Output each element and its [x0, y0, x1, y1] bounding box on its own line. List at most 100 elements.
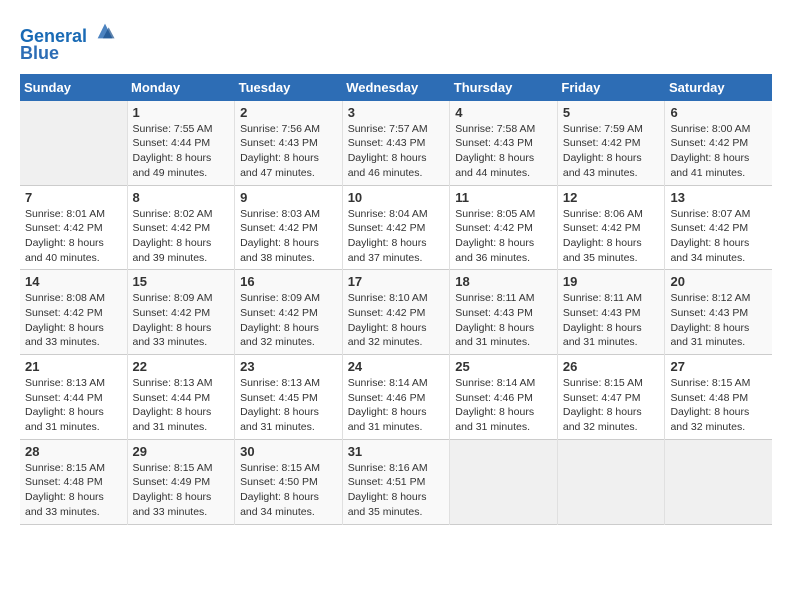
day-number: 13 — [670, 190, 767, 205]
day-info: Sunrise: 8:15 AMSunset: 4:47 PMDaylight:… — [563, 376, 660, 435]
calendar-week-row: 1 Sunrise: 7:55 AMSunset: 4:44 PMDaylight… — [20, 101, 772, 185]
calendar-week-row: 14 Sunrise: 8:08 AMSunset: 4:42 PMDayligh… — [20, 270, 772, 355]
calendar-cell: 1 Sunrise: 7:55 AMSunset: 4:44 PMDaylight… — [127, 101, 235, 185]
day-info: Sunrise: 8:13 AMSunset: 4:44 PMDaylight:… — [133, 376, 230, 435]
day-info: Sunrise: 8:10 AMSunset: 4:42 PMDaylight:… — [348, 291, 445, 350]
calendar-header-row: SundayMondayTuesdayWednesdayThursdayFrid… — [20, 74, 772, 101]
day-number: 9 — [240, 190, 337, 205]
calendar-cell — [450, 439, 558, 524]
day-number: 31 — [348, 444, 445, 459]
weekday-header: Wednesday — [342, 74, 450, 101]
calendar-cell: 13 Sunrise: 8:07 AMSunset: 4:42 PMDayligh… — [665, 185, 772, 270]
calendar-cell: 25 Sunrise: 8:14 AMSunset: 4:46 PMDayligh… — [450, 355, 558, 440]
day-info: Sunrise: 8:01 AMSunset: 4:42 PMDaylight:… — [25, 207, 122, 266]
day-info: Sunrise: 7:59 AMSunset: 4:42 PMDaylight:… — [563, 122, 660, 181]
calendar-cell: 26 Sunrise: 8:15 AMSunset: 4:47 PMDayligh… — [557, 355, 665, 440]
logo-icon — [94, 20, 116, 42]
day-info: Sunrise: 8:15 AMSunset: 4:48 PMDaylight:… — [25, 461, 122, 520]
calendar-cell: 8Sunrise: 8:02 AMSunset: 4:42 PMDaylight… — [127, 185, 235, 270]
calendar-cell: 2 Sunrise: 7:56 AMSunset: 4:43 PMDaylight… — [235, 101, 343, 185]
day-info: Sunrise: 8:11 AMSunset: 4:43 PMDaylight:… — [455, 291, 552, 350]
calendar-cell: 31Sunrise: 8:16 AMSunset: 4:51 PMDayligh… — [342, 439, 450, 524]
calendar-cell: 10Sunrise: 8:04 AMSunset: 4:42 PMDayligh… — [342, 185, 450, 270]
calendar-cell: 27 Sunrise: 8:15 AMSunset: 4:48 PMDayligh… — [665, 355, 772, 440]
day-number: 22 — [133, 359, 230, 374]
day-number: 20 — [670, 274, 767, 289]
calendar-week-row: 21 Sunrise: 8:13 AMSunset: 4:44 PMDayligh… — [20, 355, 772, 440]
day-number: 17 — [348, 274, 445, 289]
day-number: 23 — [240, 359, 337, 374]
calendar-cell — [557, 439, 665, 524]
day-info: Sunrise: 8:14 AMSunset: 4:46 PMDaylight:… — [348, 376, 445, 435]
day-info: Sunrise: 8:08 AMSunset: 4:42 PMDaylight:… — [25, 291, 122, 350]
day-info: Sunrise: 8:05 AMSunset: 4:42 PMDaylight:… — [455, 207, 552, 266]
calendar-cell: 9 Sunrise: 8:03 AMSunset: 4:42 PMDaylight… — [235, 185, 343, 270]
calendar-cell: 14 Sunrise: 8:08 AMSunset: 4:42 PMDayligh… — [20, 270, 127, 355]
calendar-cell — [665, 439, 772, 524]
day-number: 1 — [133, 105, 230, 120]
day-info: Sunrise: 8:02 AMSunset: 4:42 PMDaylight:… — [133, 207, 230, 266]
weekday-header: Friday — [557, 74, 665, 101]
calendar-cell: 12 Sunrise: 8:06 AMSunset: 4:42 PMDayligh… — [557, 185, 665, 270]
calendar-cell: 17 Sunrise: 8:10 AMSunset: 4:42 PMDayligh… — [342, 270, 450, 355]
calendar-cell: 30Sunrise: 8:15 AMSunset: 4:50 PMDayligh… — [235, 439, 343, 524]
day-info: Sunrise: 8:11 AMSunset: 4:43 PMDaylight:… — [563, 291, 660, 350]
calendar-cell: 15 Sunrise: 8:09 AMSunset: 4:42 PMDayligh… — [127, 270, 235, 355]
day-info: Sunrise: 8:04 AMSunset: 4:42 PMDaylight:… — [348, 207, 445, 266]
day-number: 15 — [133, 274, 230, 289]
day-number: 2 — [240, 105, 337, 120]
day-info: Sunrise: 7:55 AMSunset: 4:44 PMDaylight:… — [133, 122, 230, 181]
day-number: 11 — [455, 190, 552, 205]
day-number: 5 — [563, 105, 660, 120]
day-info: Sunrise: 8:07 AMSunset: 4:42 PMDaylight:… — [670, 207, 767, 266]
calendar-cell — [20, 101, 127, 185]
day-info: Sunrise: 7:56 AMSunset: 4:43 PMDaylight:… — [240, 122, 337, 181]
calendar-cell: 19 Sunrise: 8:11 AMSunset: 4:43 PMDayligh… — [557, 270, 665, 355]
day-info: Sunrise: 8:06 AMSunset: 4:42 PMDaylight:… — [563, 207, 660, 266]
day-number: 25 — [455, 359, 552, 374]
day-info: Sunrise: 8:00 AMSunset: 4:42 PMDaylight:… — [670, 122, 767, 181]
day-number: 21 — [25, 359, 122, 374]
day-info: Sunrise: 8:12 AMSunset: 4:43 PMDaylight:… — [670, 291, 767, 350]
calendar-cell: 5 Sunrise: 7:59 AMSunset: 4:42 PMDaylight… — [557, 101, 665, 185]
day-number: 14 — [25, 274, 122, 289]
day-info: Sunrise: 8:14 AMSunset: 4:46 PMDaylight:… — [455, 376, 552, 435]
day-info: Sunrise: 8:09 AMSunset: 4:42 PMDaylight:… — [133, 291, 230, 350]
day-info: Sunrise: 8:13 AMSunset: 4:45 PMDaylight:… — [240, 376, 337, 435]
day-number: 19 — [563, 274, 660, 289]
day-number: 3 — [348, 105, 445, 120]
calendar-cell: 22 Sunrise: 8:13 AMSunset: 4:44 PMDayligh… — [127, 355, 235, 440]
calendar-cell: 11 Sunrise: 8:05 AMSunset: 4:42 PMDayligh… — [450, 185, 558, 270]
day-number: 12 — [563, 190, 660, 205]
calendar-cell: 3Sunrise: 7:57 AMSunset: 4:43 PMDaylight… — [342, 101, 450, 185]
day-info: Sunrise: 8:13 AMSunset: 4:44 PMDaylight:… — [25, 376, 122, 435]
logo: General Blue — [20, 20, 116, 64]
day-number: 24 — [348, 359, 445, 374]
day-number: 18 — [455, 274, 552, 289]
calendar-cell: 7 Sunrise: 8:01 AMSunset: 4:42 PMDaylight… — [20, 185, 127, 270]
calendar-cell: 23 Sunrise: 8:13 AMSunset: 4:45 PMDayligh… — [235, 355, 343, 440]
day-number: 29 — [133, 444, 230, 459]
day-number: 16 — [240, 274, 337, 289]
calendar-cell: 16 Sunrise: 8:09 AMSunset: 4:42 PMDayligh… — [235, 270, 343, 355]
day-number: 7 — [25, 190, 122, 205]
weekday-header: Thursday — [450, 74, 558, 101]
calendar-cell: 21 Sunrise: 8:13 AMSunset: 4:44 PMDayligh… — [20, 355, 127, 440]
day-number: 4 — [455, 105, 552, 120]
day-number: 6 — [670, 105, 767, 120]
calendar-week-row: 7 Sunrise: 8:01 AMSunset: 4:42 PMDaylight… — [20, 185, 772, 270]
day-number: 26 — [563, 359, 660, 374]
calendar-cell: 6 Sunrise: 8:00 AMSunset: 4:42 PMDaylight… — [665, 101, 772, 185]
weekday-header: Monday — [127, 74, 235, 101]
weekday-header: Saturday — [665, 74, 772, 101]
calendar-cell: 24 Sunrise: 8:14 AMSunset: 4:46 PMDayligh… — [342, 355, 450, 440]
day-info: Sunrise: 8:15 AMSunset: 4:48 PMDaylight:… — [670, 376, 767, 435]
calendar-week-row: 28Sunrise: 8:15 AMSunset: 4:48 PMDayligh… — [20, 439, 772, 524]
day-info: Sunrise: 8:03 AMSunset: 4:42 PMDaylight:… — [240, 207, 337, 266]
day-info: Sunrise: 8:15 AMSunset: 4:49 PMDaylight:… — [133, 461, 230, 520]
day-info: Sunrise: 8:09 AMSunset: 4:42 PMDaylight:… — [240, 291, 337, 350]
day-number: 27 — [670, 359, 767, 374]
weekday-header: Sunday — [20, 74, 127, 101]
day-info: Sunrise: 8:15 AMSunset: 4:50 PMDaylight:… — [240, 461, 337, 520]
page-header: General Blue — [20, 20, 772, 64]
